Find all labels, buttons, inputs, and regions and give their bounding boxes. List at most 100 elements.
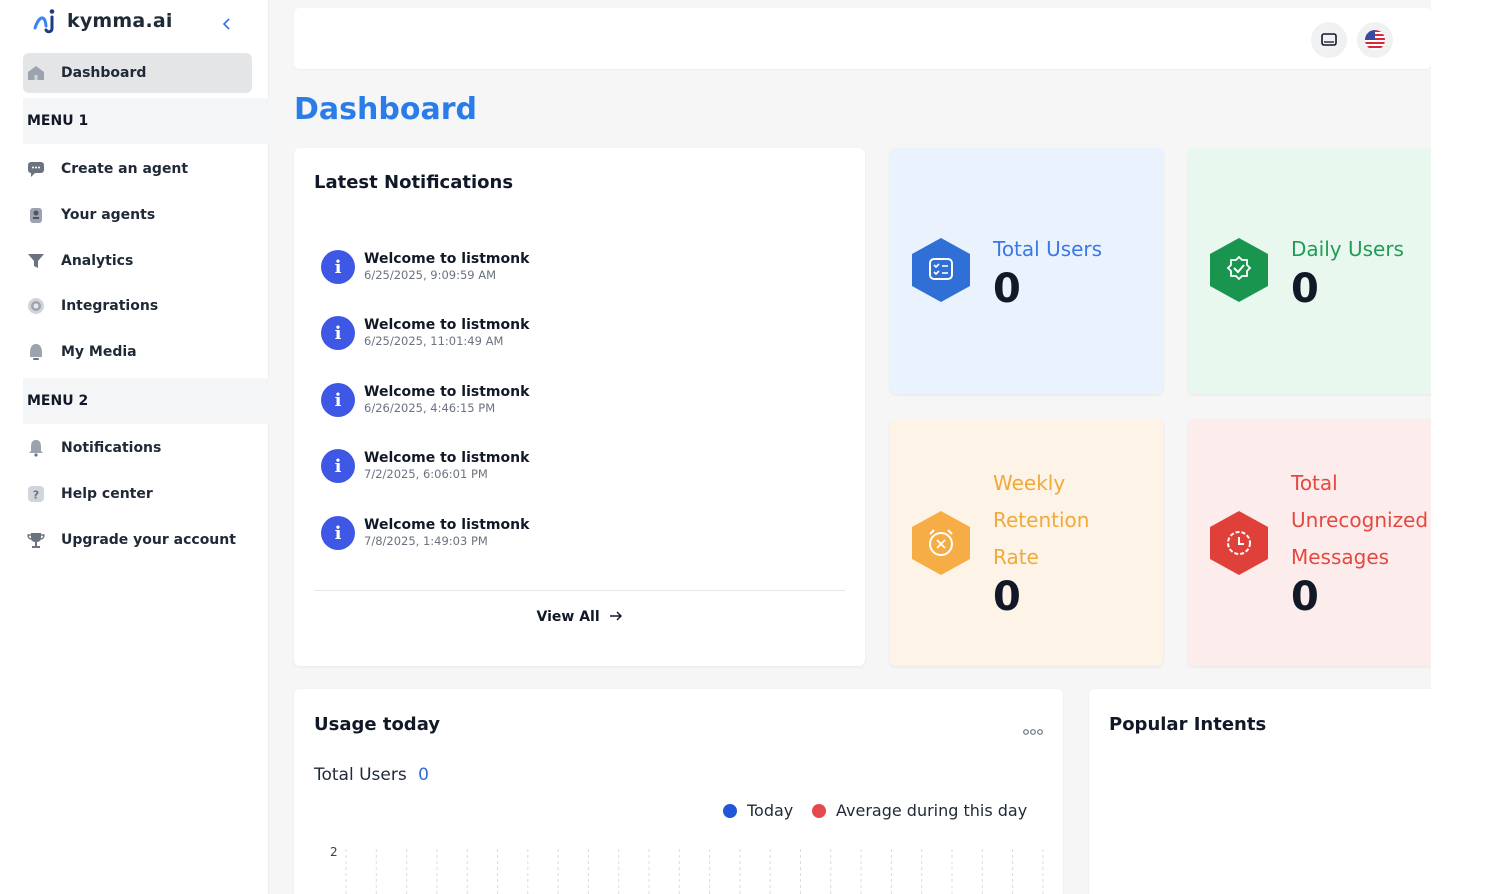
svg-text:?: ?: [33, 489, 39, 502]
notification-time: 6/25/2025, 9:09:59 AM: [364, 268, 497, 282]
legend-average[interactable]: Average during this day: [812, 801, 1027, 820]
sidebar-item-analytics[interactable]: Analytics: [23, 241, 252, 281]
clock-history-icon: [1208, 510, 1270, 576]
notification-title: Welcome to listmonk: [364, 317, 530, 333]
notification-title: Welcome to listmonk: [364, 517, 530, 533]
notification-time: 6/26/2025, 4:46:15 PM: [364, 401, 496, 415]
bell-icon: [26, 438, 46, 458]
notification-time: 6/25/2025, 11:01:49 AM: [364, 334, 504, 348]
notifications-title: Latest Notifications: [314, 172, 514, 193]
fullscreen-button[interactable]: [1311, 22, 1347, 58]
stat-label-line: Unrecognized: [1291, 508, 1429, 532]
unrecognized-messages-card: Total Unrecognized Messages 0: [1188, 419, 1431, 666]
kymma-logo-icon: [33, 9, 55, 34]
funnel-icon: [26, 251, 46, 271]
brand-logo[interactable]: kymma.ai: [33, 8, 173, 34]
sidebar-item-label: My Media: [61, 344, 137, 360]
popular-intents-card: Popular Intents: [1089, 689, 1431, 894]
home-icon: [26, 63, 46, 83]
checklist-icon: [910, 237, 972, 303]
more-horizontal-icon: [1023, 729, 1043, 735]
help-icon: ?: [26, 484, 46, 504]
stat-label-line: Weekly: [993, 471, 1066, 495]
y-axis-tick: 2: [330, 845, 338, 859]
sidebar-item-your-agents[interactable]: Your agents: [23, 195, 252, 235]
sidebar-item-label: Notifications: [61, 440, 162, 456]
sidebar-item-upgrade[interactable]: Upgrade your account: [23, 520, 252, 560]
sidebar-item-integrations[interactable]: Integrations: [23, 286, 252, 326]
stat-label-line: Retention: [993, 508, 1090, 532]
usage-metric-label: Total Users: [314, 765, 407, 785]
info-icon: i: [321, 250, 355, 284]
notification-item[interactable]: i Welcome to listmonk 6/26/2025, 4:46:15 …: [321, 383, 529, 417]
notification-time: 7/2/2025, 6:06:01 PM: [364, 467, 488, 481]
stat-label-line: Total: [1291, 471, 1338, 495]
weekly-retention-card: Weekly Retention Rate 0: [890, 419, 1163, 666]
sidebar-item-label: Upgrade your account: [61, 532, 236, 548]
page-margin: [1431, 0, 1485, 894]
integrations-icon: [26, 296, 46, 316]
language-selector[interactable]: [1357, 22, 1393, 58]
sidebar-item-help-center[interactable]: ? Help center: [23, 474, 252, 514]
sidebar-item-label: Create an agent: [61, 161, 189, 177]
sidebar-item-label: Your agents: [61, 207, 156, 223]
chat-bubble-icon: [26, 159, 46, 179]
main-content: Dashboard Latest Notifications i Welcome…: [269, 0, 1431, 894]
sidebar-item-my-media[interactable]: My Media: [23, 332, 252, 372]
verified-icon: [1208, 237, 1270, 303]
screen-icon: [1321, 33, 1337, 46]
stat-label-line: Rate: [993, 545, 1039, 569]
sidebar-item-dashboard[interactable]: Dashboard: [23, 53, 252, 93]
collapse-sidebar-button[interactable]: [219, 15, 235, 33]
notification-item[interactable]: i Welcome to listmonk 7/8/2025, 1:49:03 P…: [321, 516, 529, 550]
us-flag-icon: [1365, 30, 1385, 50]
more-options-button[interactable]: [1023, 721, 1043, 740]
info-icon: i: [321, 383, 355, 417]
alarm-clock-icon: [910, 510, 972, 576]
sidebar-item-label: Analytics: [61, 253, 134, 269]
trophy-icon: [26, 530, 46, 550]
stat-label: Total Users: [993, 237, 1103, 261]
usage-today-card: Usage today Total Users 0 Today Average …: [294, 689, 1063, 894]
media-icon: [26, 342, 46, 362]
legend-today[interactable]: Today: [723, 801, 793, 820]
usage-metric: Total Users 0: [314, 765, 429, 785]
notification-title: Welcome to listmonk: [364, 384, 530, 400]
legend-label: Average during this day: [836, 801, 1028, 820]
notification-title: Welcome to listmonk: [364, 251, 530, 267]
daily-users-card: Daily Users 0: [1188, 148, 1431, 394]
notification-time: 7/8/2025, 1:49:03 PM: [364, 534, 488, 548]
sidebar-item-create-agent[interactable]: Create an agent: [23, 149, 252, 189]
page-title: Dashboard: [294, 92, 477, 127]
view-all-link[interactable]: View All: [294, 609, 865, 625]
chart-grid: [345, 849, 1044, 894]
sidebar-item-label: Dashboard: [61, 65, 147, 81]
stat-value: 0: [1291, 574, 1319, 620]
usage-metric-value: 0: [418, 765, 429, 785]
agent-icon: [26, 205, 46, 225]
sidebar: kymma.ai Dashboard MENU 1 Create an agen…: [0, 0, 269, 894]
legend-label: Today: [747, 801, 794, 820]
info-icon: i: [321, 316, 355, 350]
notification-item[interactable]: i Welcome to listmonk 7/2/2025, 6:06:01 P…: [321, 449, 529, 483]
notification-item[interactable]: i Welcome to listmonk 6/25/2025, 11:01:49…: [321, 316, 529, 350]
stat-value: 0: [1291, 266, 1319, 312]
sidebar-item-notifications[interactable]: Notifications: [23, 428, 252, 468]
sidebar-item-label: Help center: [61, 486, 153, 502]
menu-1-heading: MENU 1: [23, 98, 269, 144]
notification-title: Welcome to listmonk: [364, 450, 530, 466]
sidebar-item-label: Integrations: [61, 298, 159, 314]
usage-title: Usage today: [314, 714, 441, 735]
top-bar: [294, 8, 1431, 69]
menu-2-heading: MENU 2: [23, 378, 269, 424]
chevron-left-icon: [222, 18, 230, 30]
notification-item[interactable]: i Welcome to listmonk 6/25/2025, 9:09:59 …: [321, 250, 529, 284]
legend-swatch: [723, 803, 737, 818]
total-users-card: Total Users 0: [890, 148, 1163, 394]
stat-label: Daily Users: [1291, 237, 1404, 261]
brand-name: kymma.ai: [67, 10, 173, 32]
legend-swatch: [812, 803, 826, 818]
popular-intents-title: Popular Intents: [1109, 714, 1267, 735]
stat-label-line: Messages: [1291, 545, 1390, 569]
arrow-right-icon: [609, 611, 622, 621]
